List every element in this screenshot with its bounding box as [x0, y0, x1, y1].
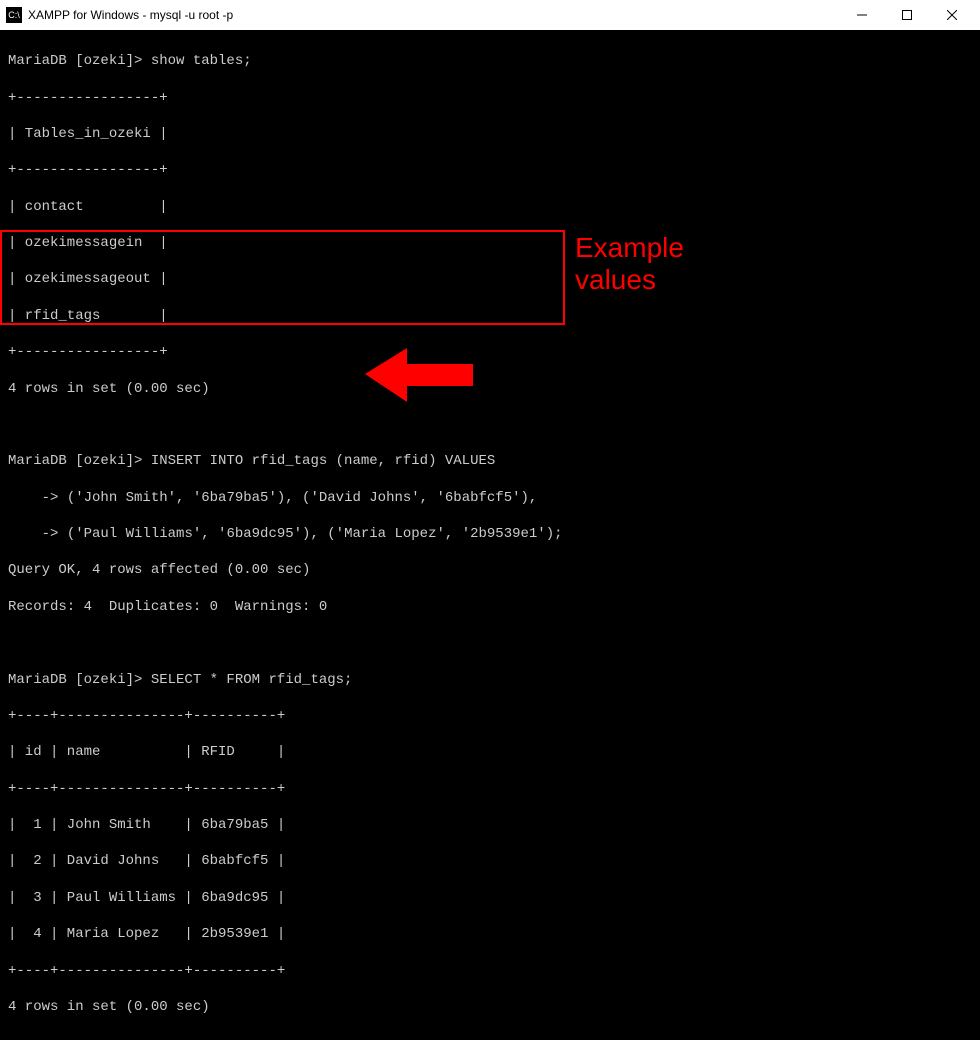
prompt: MariaDB [ozeki]>	[8, 672, 142, 688]
blank-line	[8, 634, 972, 652]
cont-prompt: ->	[8, 526, 58, 542]
cmd-select: SELECT * FROM rfid_tags;	[142, 672, 352, 688]
table-row: | ozekimessagein |	[8, 234, 972, 252]
query-ok: Query OK, 4 rows affected (0.00 sec)	[8, 561, 972, 579]
result-row: | 3 | Paul Williams | 6ba9dc95 |	[8, 889, 972, 907]
maximize-icon	[902, 10, 912, 20]
window-title: XAMPP for Windows - mysql -u root -p	[28, 8, 839, 22]
prompt: MariaDB [ozeki]>	[8, 453, 142, 469]
result-border: +----+---------------+----------+	[8, 962, 972, 980]
table-row: | contact |	[8, 198, 972, 216]
close-button[interactable]	[929, 0, 974, 30]
table-row: | rfid_tags |	[8, 307, 972, 325]
cmd-insert: INSERT INTO rfid_tags (name, rfid) VALUE…	[142, 453, 495, 469]
cmd-insert-values: ('John Smith', '6ba79ba5'), ('David John…	[58, 490, 537, 506]
result-row: | 4 | Maria Lopez | 2b9539e1 |	[8, 925, 972, 943]
records-info: Records: 4 Duplicates: 0 Warnings: 0	[8, 598, 972, 616]
result-header: | id | name | RFID |	[8, 743, 972, 761]
close-icon	[947, 10, 957, 20]
table-border: +-----------------+	[8, 343, 972, 361]
table-header: | Tables_in_ozeki |	[8, 125, 972, 143]
result-row: | 2 | David Johns | 6babfcf5 |	[8, 852, 972, 870]
result-border: +----+---------------+----------+	[8, 780, 972, 798]
minimize-button[interactable]	[839, 0, 884, 30]
blank-line	[8, 1034, 972, 1040]
minimize-icon	[857, 10, 867, 20]
window-titlebar: C:\ XAMPP for Windows - mysql -u root -p	[0, 0, 980, 30]
result-row: | 1 | John Smith | 6ba79ba5 |	[8, 816, 972, 834]
cont-prompt: ->	[8, 490, 58, 506]
blank-line	[8, 416, 972, 434]
rows-in-set: 4 rows in set (0.00 sec)	[8, 998, 972, 1016]
table-border: +-----------------+	[8, 161, 972, 179]
cmd-show-tables: show tables;	[142, 53, 251, 69]
cmd-insert-values: ('Paul Williams', '6ba9dc95'), ('Maria L…	[58, 526, 562, 542]
table-row: | ozekimessageout |	[8, 270, 972, 288]
app-icon: C:\	[6, 7, 22, 23]
result-border: +----+---------------+----------+	[8, 707, 972, 725]
table-border: +-----------------+	[8, 89, 972, 107]
terminal-output[interactable]: MariaDB [ozeki]> show tables; +---------…	[0, 30, 980, 1040]
rows-in-set: 4 rows in set (0.00 sec)	[8, 380, 972, 398]
maximize-button[interactable]	[884, 0, 929, 30]
prompt: MariaDB [ozeki]>	[8, 53, 142, 69]
